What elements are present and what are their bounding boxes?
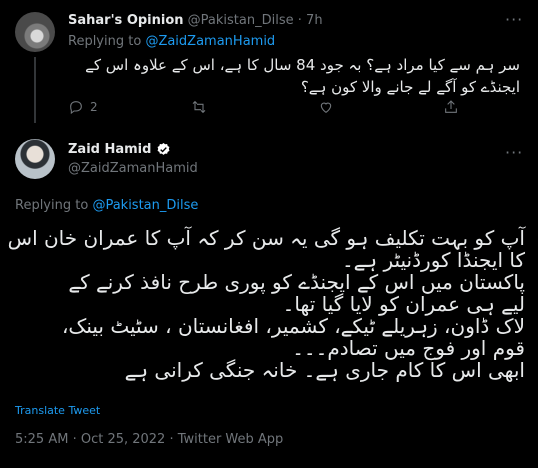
author-name[interactable]: Sahar's Opinion	[68, 13, 184, 28]
replying-to-label: Replying to	[15, 198, 89, 213]
reply-count: 2	[90, 100, 98, 114]
main-tweet: Zaid Hamid @ZaidZamanHamid ··· Replying …	[0, 125, 538, 468]
tweet-text-line: ابھی اس کا کام جاری ہے۔ خانہ جنگی کرانی …	[124, 358, 525, 382]
more-icon[interactable]: ···	[505, 143, 523, 162]
author-name-row: Zaid Hamid	[68, 142, 171, 157]
tweet-text-line: قوم اور فوج میں تصادم۔۔۔	[292, 336, 525, 360]
tweet-text-line: آپ کو بہت تکلیف ہو گی یہ سن کر کہ آپ کا …	[7, 226, 525, 250]
verified-icon	[158, 142, 170, 155]
tweet-text-line: لاک ڈاون، زہریلے ٹیکے، کشمیر، افغانستان …	[61, 314, 525, 338]
like-icon	[320, 102, 332, 113]
tweet-text-line: کا ایجنڈا کورڈنیٹر ہے۔	[341, 248, 525, 272]
retweet-button[interactable]	[191, 99, 213, 115]
tweet-timestamp[interactable]: 5:25 AM · Oct 25, 2022 · Twitter Web App	[15, 432, 283, 447]
translate-tweet-link[interactable]: Translate Tweet	[15, 404, 100, 417]
author-handle[interactable]: @Pakistan_Dilse	[188, 13, 294, 28]
share-button[interactable]	[443, 99, 459, 115]
retweet-icon	[192, 100, 206, 114]
reply-icon	[70, 101, 82, 115]
thread-connector-line	[34, 57, 36, 123]
tweet-text: آپ کو بہت تکلیف ہو گی یہ سن کر کہ آپ کا …	[7, 226, 525, 382]
tweet-text-line: لیے ہی عمران کو لایا گیا تھا۔	[282, 292, 525, 316]
replying-to-label: Replying to	[68, 34, 142, 49]
reply-header: Sahar's Opinion @Pakistan_Dilse · 7h	[68, 13, 323, 28]
share-icon	[445, 100, 457, 113]
replying-to-line: Replying to @ZaidZamanHamid	[68, 34, 275, 49]
author-name[interactable]: Zaid Hamid	[68, 142, 151, 157]
tweet-time[interactable]: 7h	[306, 13, 323, 28]
tweet-actions: 2	[68, 99, 518, 119]
replying-to-handle-link[interactable]: @Pakistan_Dilse	[92, 198, 198, 213]
more-icon[interactable]: ···	[505, 10, 523, 29]
author-handle[interactable]: @ZaidZamanHamid	[68, 161, 198, 176]
replying-to-line: Replying to @Pakistan_Dilse	[15, 198, 198, 213]
tweet-text-line: پاکستان میں اس کے ایجنڈے کو پوری طرح ناف…	[68, 270, 525, 294]
reply-button[interactable]: 2	[68, 99, 98, 115]
reply-tweet[interactable]: Sahar's Opinion @Pakistan_Dilse · 7h ···…	[0, 0, 538, 125]
avatar[interactable]	[15, 12, 55, 52]
tweet-text: سر ہم سے کیا مراد ہے؟ بہ جود 84 سال کا ہ…	[85, 56, 520, 96]
avatar[interactable]	[15, 139, 55, 179]
like-button[interactable]	[318, 99, 340, 115]
replying-to-handle-link[interactable]: @ZaidZamanHamid	[145, 34, 275, 49]
separator-dot: ·	[297, 13, 302, 28]
